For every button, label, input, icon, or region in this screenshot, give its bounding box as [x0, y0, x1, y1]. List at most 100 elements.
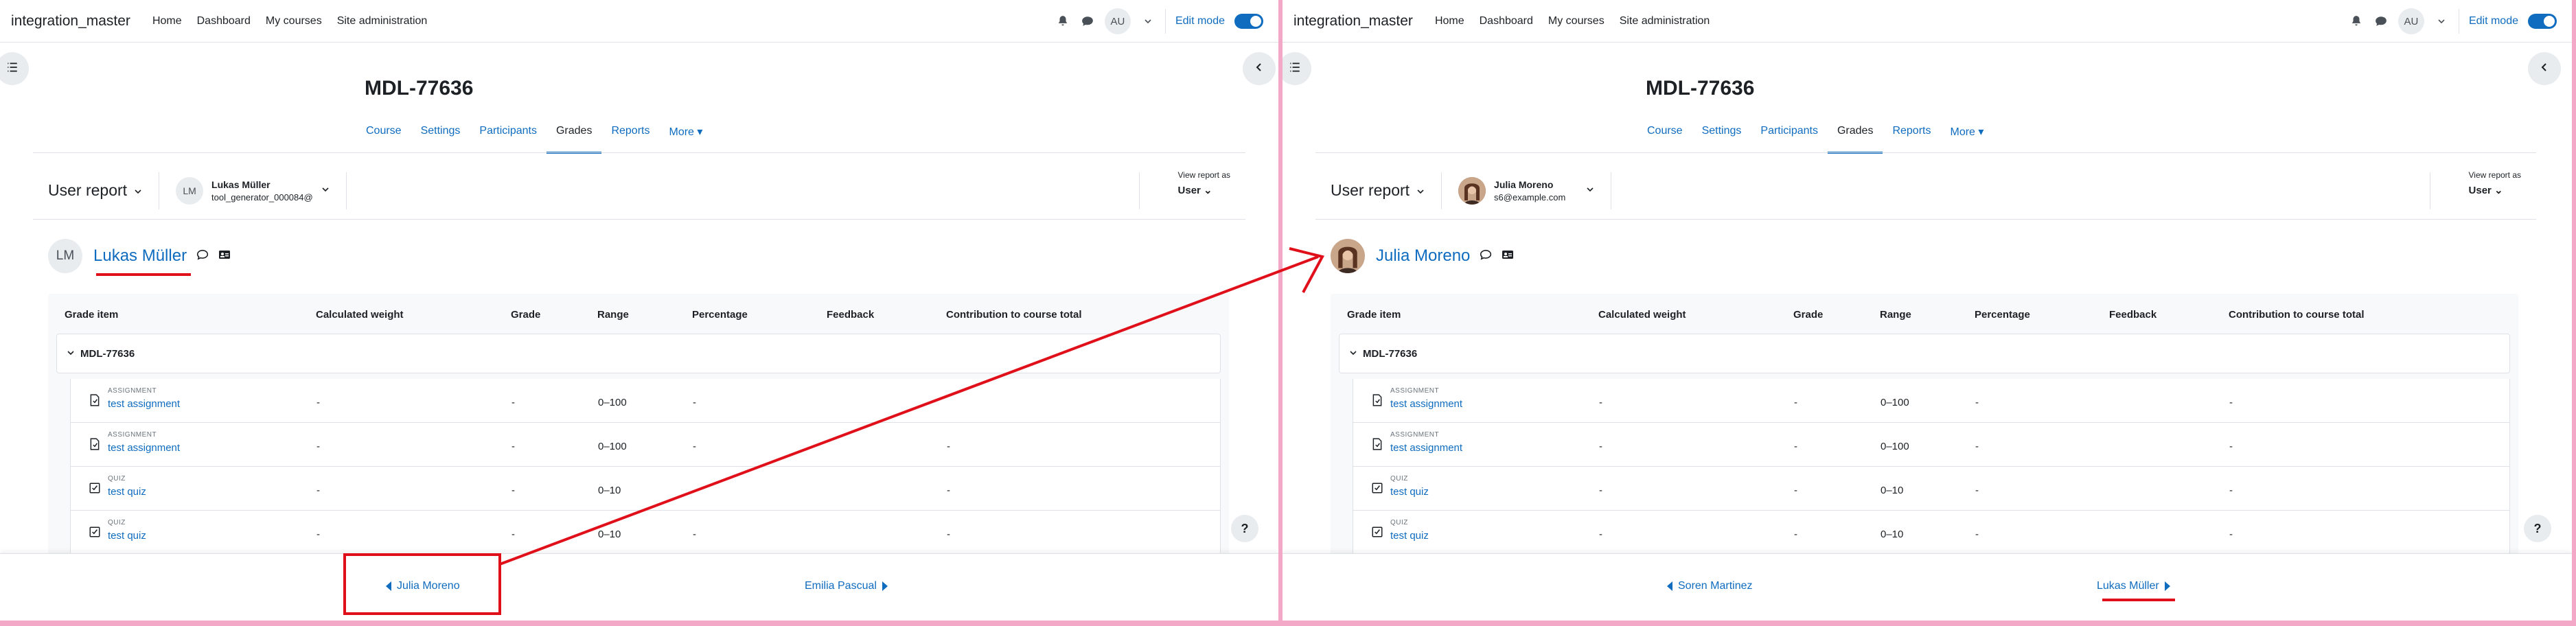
messages-icon[interactable] — [2373, 14, 2389, 29]
assignment-icon — [1371, 394, 1383, 406]
chevron-down-icon[interactable] — [67, 348, 75, 360]
grades-table: Grade item Calculated weight Grade Range… — [48, 294, 1229, 582]
next-user-link[interactable]: Lukas Müller — [2097, 580, 2170, 592]
tab-settings[interactable]: Settings — [411, 121, 470, 154]
grade-item-link[interactable]: test quiz — [1390, 530, 1429, 542]
user-navigation-footer: Julia Moreno Emilia Pascual — [0, 553, 1278, 621]
weight-cell: - — [1599, 441, 1602, 452]
col-percentage: Percentage — [1975, 309, 2030, 321]
report-selector[interactable]: User report — [1331, 181, 1425, 200]
help-button[interactable]: ? — [2524, 515, 2551, 542]
open-block-drawer-button[interactable] — [2528, 52, 2561, 85]
tab-participants[interactable]: Participants — [1751, 121, 1828, 154]
nav-my-courses[interactable]: My courses — [1548, 15, 1605, 27]
tab-settings[interactable]: Settings — [1692, 121, 1751, 154]
divider — [1164, 9, 1166, 34]
grade-cell: - — [1794, 485, 1797, 496]
tab-reports[interactable]: Reports — [601, 121, 659, 154]
tab-course[interactable]: Course — [356, 121, 411, 154]
col-percentage: Percentage — [692, 309, 748, 321]
tab-more-label: More — [1950, 126, 1975, 138]
user-avatar[interactable]: AU — [1104, 8, 1131, 34]
user-heading: Julia Moreno — [1331, 239, 1514, 273]
bell-icon[interactable] — [2349, 14, 2364, 29]
view-as-label: View report as — [1177, 170, 1230, 180]
tab-more[interactable]: More ▾ — [1940, 121, 1993, 154]
category-row[interactable]: MDL-77636 — [56, 334, 1221, 373]
tab-participants[interactable]: Participants — [470, 121, 547, 154]
selected-user-name: Lukas Müller — [211, 178, 271, 190]
chevron-down-icon — [134, 181, 142, 200]
chevron-left-icon — [1254, 62, 1265, 76]
assignment-icon — [1371, 438, 1383, 450]
nav-home[interactable]: Home — [1435, 15, 1464, 27]
grade-item-link[interactable]: test assignment — [108, 442, 180, 454]
nav-my-courses[interactable]: My courses — [266, 15, 322, 27]
grade-item-link[interactable]: test quiz — [108, 486, 146, 498]
view-report-as-selector[interactable]: View report as User ⌄ — [1178, 170, 1230, 196]
open-course-index-button[interactable] — [0, 52, 29, 85]
nav-site-administration[interactable]: Site administration — [337, 15, 428, 27]
nav-dashboard[interactable]: Dashboard — [1480, 15, 1533, 27]
open-course-index-button[interactable] — [1283, 52, 1311, 85]
message-icon[interactable] — [196, 248, 209, 264]
tab-more[interactable]: More ▾ — [659, 121, 712, 154]
user-avatar[interactable]: AU — [2397, 8, 2424, 34]
tab-reports[interactable]: Reports — [1883, 121, 1940, 154]
contribution-cell: - — [2229, 441, 2233, 452]
user-profile-link[interactable]: Julia Moreno — [1376, 246, 1470, 266]
chevron-down-icon[interactable] — [1349, 348, 1357, 360]
percentage-cell: - — [1975, 441, 1979, 452]
previous-user-link[interactable]: Julia Moreno — [386, 580, 460, 592]
category-row[interactable]: MDL-77636 — [1339, 334, 2510, 373]
nav-site-administration[interactable]: Site administration — [1620, 15, 1710, 27]
caret-left-icon — [1667, 581, 1672, 591]
user-selector[interactable]: LM Lukas Müller tool_generator_000084@ — [176, 176, 330, 205]
table-header: Grade item Calculated weight Grade Range… — [1331, 294, 2518, 335]
avatar: LM — [176, 176, 204, 205]
user-selector[interactable]: Julia Moreno s6@example.com — [1458, 176, 1594, 205]
bell-icon[interactable] — [1055, 14, 1070, 29]
grade-item-link[interactable]: test quiz — [1390, 486, 1429, 498]
view-report-as-selector[interactable]: View report as User ⌄ — [2469, 170, 2521, 196]
tab-grades[interactable]: Grades — [1827, 121, 1883, 154]
grade-item-link[interactable]: test quiz — [108, 530, 146, 542]
contact-card-icon[interactable] — [1502, 249, 1514, 264]
grade-item-link[interactable]: test assignment — [108, 398, 180, 410]
open-block-drawer-button[interactable] — [1243, 52, 1276, 85]
report-selector[interactable]: User report — [48, 181, 142, 200]
nav-divider — [1315, 152, 2536, 153]
message-icon[interactable] — [1480, 248, 1492, 264]
edit-mode-toggle[interactable] — [1234, 14, 1263, 29]
help-button[interactable]: ? — [1231, 515, 1258, 542]
nav-home[interactable]: Home — [152, 15, 182, 27]
range-cell: 0–100 — [1881, 397, 1909, 408]
table-row: ASSIGNMENT test assignment - - 0–100 - - — [70, 423, 1221, 467]
next-user-link[interactable]: Emilia Pascual — [805, 580, 888, 592]
tab-grades[interactable]: Grades — [546, 121, 602, 154]
top-navbar: integration_master Home Dashboard My cou… — [0, 0, 1278, 43]
table-row: QUIZ test quiz - - 0–10 - — [70, 467, 1221, 511]
site-name[interactable]: integration_master — [11, 13, 130, 30]
nav-dashboard[interactable]: Dashboard — [197, 15, 251, 27]
range-cell: 0–100 — [598, 397, 627, 408]
contribution-cell: - — [2229, 397, 2233, 408]
site-name[interactable]: integration_master — [1293, 13, 1413, 30]
chevron-down-icon[interactable] — [1140, 14, 1155, 29]
col-range: Range — [1880, 309, 1911, 321]
edit-mode-toggle[interactable] — [2528, 14, 2557, 29]
weight-cell: - — [317, 529, 320, 540]
col-feedback: Feedback — [827, 309, 875, 321]
chevron-down-icon[interactable] — [2434, 14, 2449, 29]
tab-course[interactable]: Course — [1637, 121, 1692, 154]
percentage-cell: - — [693, 441, 696, 452]
previous-user-link[interactable]: Soren Martinez — [1667, 580, 1753, 592]
top-navbar: integration_master Home Dashboard My cou… — [1283, 0, 2572, 43]
contact-card-icon[interactable] — [218, 249, 231, 264]
grade-cell: - — [511, 441, 515, 452]
messages-icon[interactable] — [1080, 14, 1095, 29]
grade-item-link[interactable]: test assignment — [1390, 398, 1462, 410]
grade-item-link[interactable]: test assignment — [1390, 442, 1462, 454]
table-header: Grade item Calculated weight Grade Range… — [48, 294, 1229, 335]
user-profile-link[interactable]: Lukas Müller — [93, 246, 187, 266]
